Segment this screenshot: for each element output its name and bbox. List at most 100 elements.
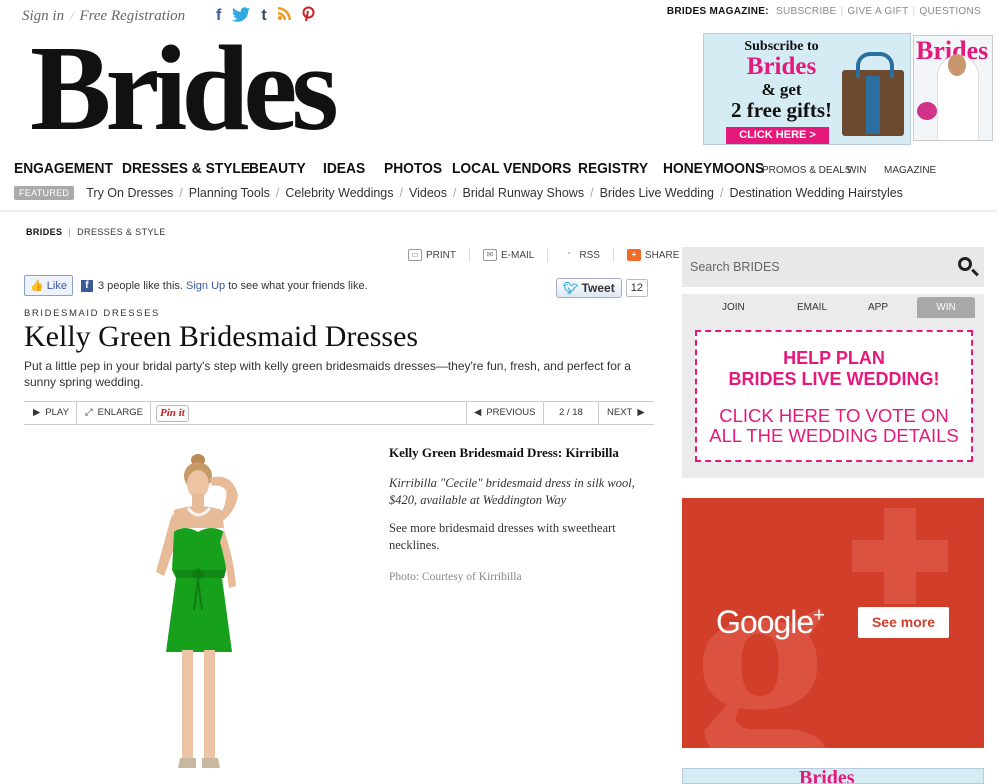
featured-link[interactable]: Brides Live Wedding: [600, 186, 714, 200]
tab-win[interactable]: WIN: [917, 297, 975, 318]
enlarge-button[interactable]: ⤢ ENLARGE: [85, 402, 143, 424]
cover-face: [948, 54, 966, 76]
featured-nav: FEATURED Try On Dresses / Planning Tools /…: [14, 186, 903, 200]
printer-icon: ▭: [408, 249, 422, 261]
slide-caption: Kelly Green Bridesmaid Dress: Kirribilla…: [389, 445, 654, 583]
google-plus-logo: Google+: [716, 604, 825, 641]
featured-link[interactable]: Bridal Runway Shows: [462, 186, 584, 200]
print-button[interactable]: ▭ PRINT: [408, 249, 456, 261]
nav-divider: [0, 210, 997, 213]
ad-brand: Brides: [746, 53, 817, 80]
breadcrumb-item[interactable]: BRIDES: [26, 227, 62, 237]
divider: [598, 402, 599, 424]
google-plus-ad[interactable]: g Google+ See more: [682, 498, 984, 748]
nav-registry[interactable]: REGISTRY: [578, 160, 656, 177]
see-more-button[interactable]: See more: [858, 607, 949, 638]
sign-up-link[interactable]: Sign Up: [186, 280, 225, 292]
caption-more-link[interactable]: See more bridesmaid dresses with sweethe…: [389, 520, 654, 554]
vote-line: CLICK HERE TO VOTE ON: [719, 405, 949, 426]
divider: [466, 402, 467, 424]
nav-engagement[interactable]: ENGAGEMENT: [14, 160, 113, 177]
share-icon: +: [626, 249, 641, 261]
tweet-count: 12: [625, 279, 648, 297]
like-suffix-text: to see what your friends like.: [228, 279, 368, 292]
tab-join[interactable]: JOIN: [722, 302, 745, 313]
like-label: Like: [46, 280, 67, 292]
nav-ideas[interactable]: IDEAS: [323, 160, 379, 177]
previous-button[interactable]: ◀ PREVIOUS: [474, 402, 535, 424]
sidebar-promo-widget: JOIN EMAIL APP WIN HELP PLAN BRIDES LIVE …: [682, 294, 984, 478]
next-label: NEXT: [607, 407, 633, 418]
tote-bag-image: [842, 52, 904, 136]
like-button[interactable]: 👍 Like: [24, 275, 73, 296]
nav-photos[interactable]: PHOTOS: [384, 160, 447, 177]
separator: /: [179, 186, 183, 200]
search-input[interactable]: Search BRIDES: [690, 260, 780, 274]
tweet-button[interactable]: 🐦︎ Tweet: [556, 278, 622, 298]
divider: [543, 402, 544, 424]
print-label: PRINT: [426, 249, 456, 261]
play-icon: ▶: [33, 407, 41, 418]
next-button[interactable]: NEXT ▶: [607, 402, 645, 424]
play-button[interactable]: ▶ PLAY: [33, 402, 69, 424]
google-word: Google: [716, 604, 814, 640]
gallery-controls: ▶ PLAY ⤢ ENLARGE Pin it ◀ PREVIOUS 2 / 18 N…: [24, 401, 654, 425]
dress-photo[interactable]: [140, 450, 260, 780]
enlarge-icon: ⤢: [85, 407, 93, 418]
magazine-cover-image[interactable]: Brides: [913, 35, 993, 141]
email-button[interactable]: ✉ E-MAIL: [483, 249, 534, 261]
divider: [76, 402, 77, 424]
subscribe-link[interactable]: SUBSCRIBE: [776, 6, 837, 17]
search-icon[interactable]: [958, 257, 972, 271]
nav-beauty[interactable]: BEAUTY: [249, 160, 317, 177]
tab-app[interactable]: APP: [868, 302, 888, 313]
nav-win[interactable]: WIN: [847, 165, 884, 176]
nav-local-vendors[interactable]: LOCAL VENDORS: [452, 160, 571, 177]
nav-dresses-style[interactable]: DRESSES & STYLE: [122, 160, 250, 177]
rss-icon: ◔: [565, 249, 571, 258]
nav-honeymoons[interactable]: HONEYMOONS: [663, 160, 764, 177]
rss-button[interactable]: ◔ RSS: [561, 249, 600, 261]
vote-line: BRIDES LIVE WEDDING!: [728, 369, 940, 389]
magazine-links: BRIDES MAGAZINE: SUBSCRIBE | GIVE A GIFT | Q…: [667, 6, 981, 17]
nav-promos-deals[interactable]: PROMOS & DEALS: [762, 165, 851, 176]
ad-click-here-button[interactable]: CLICK HERE >: [726, 127, 829, 144]
ad-line: 2 free gifts!: [730, 98, 833, 122]
subscribe-ad[interactable]: Subscribe to Brides & get 2 free gifts! …: [703, 33, 911, 145]
email-label: E-MAIL: [501, 249, 535, 261]
bottom-ad[interactable]: Brides: [682, 768, 984, 784]
plus-watermark: [852, 508, 948, 604]
vote-line: HELP PLAN: [783, 348, 885, 368]
featured-link[interactable]: Try On Dresses: [86, 186, 173, 200]
arrow-left-icon: ◀: [474, 407, 482, 418]
nav-magazine[interactable]: MAGAZINE: [884, 165, 936, 176]
enlarge-label: ENLARGE: [97, 407, 144, 418]
search-box[interactable]: Search BRIDES: [682, 247, 984, 287]
questions-link[interactable]: QUESTIONS: [919, 6, 981, 17]
give-gift-link[interactable]: GIVE A GIFT: [847, 6, 908, 17]
play-label: PLAY: [45, 407, 69, 418]
featured-link[interactable]: Destination Wedding Hairstyles: [729, 186, 902, 200]
share-button[interactable]: + SHARE: [626, 249, 679, 261]
article-kicker[interactable]: BRIDESMAID DRESSES: [24, 308, 160, 319]
pin-it-button[interactable]: Pin it: [156, 402, 189, 424]
featured-badge: FEATURED: [14, 186, 75, 200]
divider: [150, 402, 151, 424]
separator: [612, 248, 614, 262]
tab-email[interactable]: EMAIL: [797, 302, 827, 313]
separator: /: [590, 186, 594, 200]
featured-link[interactable]: Planning Tools: [189, 186, 270, 200]
featured-link[interactable]: Videos: [409, 186, 447, 200]
separator: |: [912, 6, 916, 17]
magazine-label: BRIDES MAGAZINE:: [666, 6, 769, 17]
main-nav: ENGAGEMENT DRESSES & STYLE BEAUTY IDEAS …: [14, 160, 936, 177]
plus-sign: +: [813, 604, 825, 627]
separator: [547, 248, 549, 262]
article-tools: ▭ PRINT ✉ E-MAIL ◔ RSS + SHARE: [408, 248, 679, 262]
article-dek: Put a little pep in your bridal party's …: [24, 359, 631, 389]
breadcrumb-item[interactable]: DRESSES & STYLE: [77, 227, 166, 237]
brides-logo[interactable]: Brides: [30, 28, 339, 150]
vote-banner[interactable]: HELP PLAN BRIDES LIVE WEDDING! CLICK HERE…: [695, 330, 973, 462]
rss-label: RSS: [579, 249, 600, 261]
featured-link[interactable]: Celebrity Weddings: [285, 186, 393, 200]
